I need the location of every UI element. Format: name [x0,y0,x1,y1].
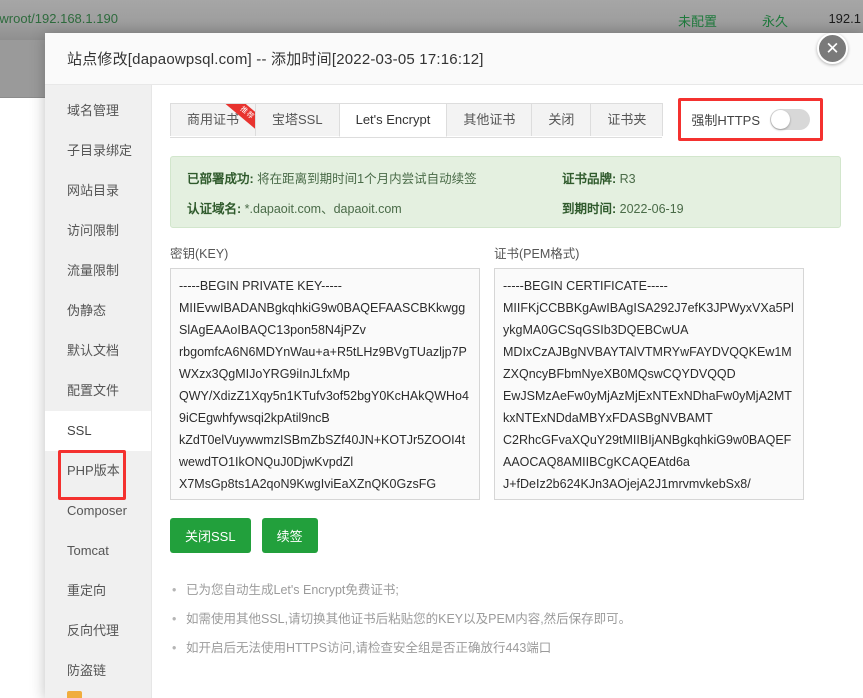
sidebar-item-ssl[interactable]: SSL [45,411,151,451]
force-https-control: 强制HTTPS [678,98,823,141]
sidebar-item-default-document[interactable]: 默认文档 [45,331,151,371]
action-buttons: 关闭SSL 续签 [170,518,841,553]
tab-close[interactable]: 关闭 [531,103,592,136]
tab-lets-encrypt[interactable]: Let's Encrypt [338,103,448,137]
pem-textarea[interactable]: -----BEGIN CERTIFICATE----- MIIFKjCCBBKg… [494,268,804,500]
cert-domain-line: 认证域名: *.dapaoit.com、dapaoit.com [187,198,562,217]
deploy-status-label: 已部署成功: [187,171,254,186]
status-right-column: 证书品牌: R3 到期时间: 2022-06-19 [562,168,684,217]
ssl-panel: 商用证书 推荐 宝塔SSL Let's Encrypt 其他证书 关闭 证书夹 … [152,85,863,698]
sidebar-item-site-directory[interactable]: 网站目录 [45,171,151,211]
sidebar-item-traffic-limit[interactable]: 流量限制 [45,251,151,291]
sidebar-item-subdir-bind[interactable]: 子目录绑定 [45,131,151,171]
background-site-path: wwroot/192.168.1.190 [0,11,118,26]
new-badge-icon: 新 [67,691,83,698]
renew-button[interactable]: 续签 [261,518,318,553]
force-https-label: 强制HTTPS [691,113,760,128]
sidebar-item-redirect[interactable]: 重定向 [45,571,151,611]
page-title: 站点修改[dapaowpsql.com] -- 添加时间[2022-03-05 … [67,51,484,68]
tab-bt-ssl[interactable]: 宝塔SSL [255,103,340,136]
sidebar-item-tomcat[interactable]: Tomcat [45,531,151,571]
tab-cert-folder[interactable]: 证书夹 [590,103,664,136]
sidebar-item-reverse-proxy[interactable]: 反向代理 [45,611,151,651]
ssl-tabs: 商用证书 推荐 宝塔SSL Let's Encrypt 其他证书 关闭 证书夹 [170,103,664,138]
sidebar-item-config-file[interactable]: 配置文件 [45,371,151,411]
background-expire-duration: 永久 [762,14,789,29]
cert-brand-value: R3 [619,171,636,186]
sidebar-item-access-limit[interactable]: 访问限制 [45,211,151,251]
sidebar-item-composer[interactable]: Composer [45,491,151,531]
key-field-label: 密钥(KEY) [170,247,229,261]
sidebar-item-php-version[interactable]: PHP版本 [45,451,151,491]
cert-brand-label: 证书品牌: [562,171,617,186]
sidebar-item-anti-tamper[interactable]: 新防篡改 [45,691,151,698]
background-ip-text: 192.1 [828,11,861,26]
help-note-item: 已为您自动生成Let's Encrypt免费证书; [172,576,841,605]
sidebar-item-anti-leech[interactable]: 防盗链 [45,651,151,691]
cert-expire-value: 2022-06-19 [619,201,684,216]
status-left-column: 已部署成功: 将在距离到期时间1个月内尝试自动续签 认证域名: *.dapaoi… [187,168,562,217]
help-note-item: 如需使用其他SSL,请切换其他证书后粘贴您的KEY以及PEM内容,然后保存即可。 [172,605,841,634]
cert-domain-value: *.dapaoit.com、dapaoit.com [244,201,402,216]
close-ssl-button[interactable]: 关闭SSL [170,518,251,553]
background-ssl-status: 未配置 [678,14,718,29]
cert-expire-line: 到期时间: 2022-06-19 [562,198,684,217]
close-icon[interactable]: ✕ [817,33,848,64]
cert-status-panel: 已部署成功: 将在距离到期时间1个月内尝试自动续签 认证域名: *.dapaoi… [170,156,841,228]
help-note-item: 如开启后无法使用HTTPS访问,请检查安全组是否正确放行443端口 [172,634,841,663]
key-textarea[interactable]: -----BEGIN PRIVATE KEY----- MIIEvwIBADAN… [170,268,480,500]
pem-field-label: 证书(PEM格式) [494,247,580,261]
sidebar-item-domain-manage[interactable]: 域名管理 [45,91,151,131]
tab-commercial-cert[interactable]: 商用证书 推荐 [170,103,257,136]
force-https-toggle[interactable] [770,109,810,130]
deploy-status-line: 已部署成功: 将在距离到期时间1个月内尝试自动续签 [187,168,562,187]
dialog-body: 域名管理 子目录绑定 网站目录 访问限制 流量限制 伪静态 默认文档 配置文件 … [45,85,863,698]
cert-domain-label: 认证域名: [187,201,242,216]
sidebar: 域名管理 子目录绑定 网站目录 访问限制 流量限制 伪静态 默认文档 配置文件 … [45,85,152,698]
toggle-knob [771,110,790,129]
cert-brand-line: 证书品牌: R3 [562,168,684,187]
pem-field-group: 证书(PEM格式) -----BEGIN CERTIFICATE----- MI… [494,243,804,500]
tab-other-cert[interactable]: 其他证书 [446,103,533,136]
deploy-status-value: 将在距离到期时间1个月内尝试自动续签 [257,171,477,186]
help-notes: 已为您自动生成Let's Encrypt免费证书; 如需使用其他SSL,请切换其… [170,576,841,663]
key-field-group: 密钥(KEY) -----BEGIN PRIVATE KEY----- MIIE… [170,243,480,500]
cert-fields: 密钥(KEY) -----BEGIN PRIVATE KEY----- MIIE… [170,243,841,500]
tabs-row: 商用证书 推荐 宝塔SSL Let's Encrypt 其他证书 关闭 证书夹 … [170,98,841,141]
site-edit-dialog: 站点修改[dapaowpsql.com] -- 添加时间[2022-03-05 … [45,33,863,698]
sidebar-item-pseudo-static[interactable]: 伪静态 [45,291,151,331]
cert-expire-label: 到期时间: [562,201,617,216]
tab-label: 商用证书 [187,112,240,127]
dialog-header: 站点修改[dapaowpsql.com] -- 添加时间[2022-03-05 … [45,33,863,85]
